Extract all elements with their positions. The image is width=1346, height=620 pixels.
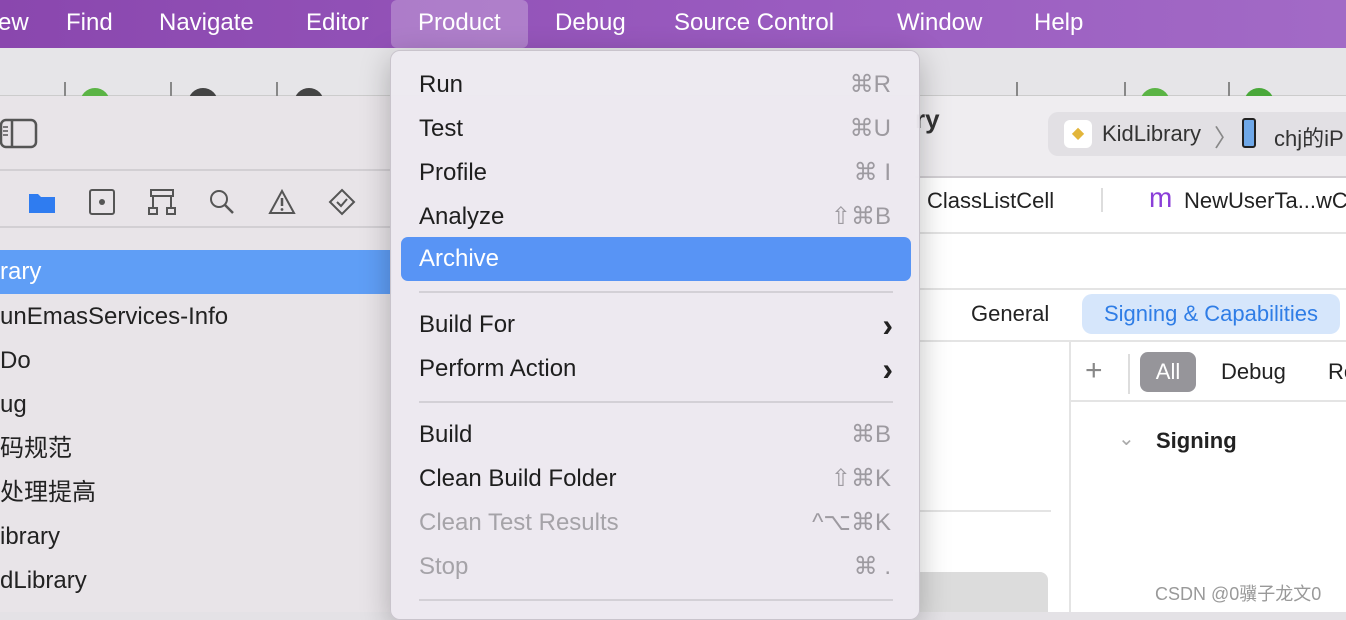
menu-item-stop: Stop ⌘ .	[401, 545, 911, 589]
navigator-item[interactable]: Do	[0, 339, 392, 383]
tab-general[interactable]: General	[971, 301, 1049, 327]
menu-help[interactable]: Help	[1034, 0, 1083, 48]
shortcut-label: ^⌥⌘K	[812, 509, 891, 536]
menu-editor[interactable]: Editor	[306, 0, 369, 48]
objc-file-icon: m	[1149, 182, 1173, 213]
menu-item-label: Profile	[419, 159, 488, 186]
menu-find[interactable]: Find	[66, 0, 113, 48]
menu-item-archive[interactable]: Archive	[401, 237, 911, 281]
menu-item-run[interactable]: Run ⌘R	[401, 63, 911, 107]
filter-debug[interactable]: Debug	[1221, 359, 1286, 385]
add-icon[interactable]: +	[1085, 354, 1103, 388]
tab-signing-capabilities[interactable]: Signing & Capabilities	[1082, 294, 1340, 334]
shortcut-label: ⌘B	[850, 421, 891, 448]
menu-source-control[interactable]: Source Control	[674, 0, 834, 48]
test-icon[interactable]	[328, 188, 356, 216]
menu-item-analyze[interactable]: Analyze ⇧⌘B	[401, 195, 911, 239]
menu-item-label: Clean Build Folder	[419, 465, 617, 492]
menu-item-label: Perform Action	[419, 355, 577, 382]
menu-item-label: Archive	[419, 245, 500, 272]
shortcut-label: ⌘ .	[853, 553, 891, 580]
editor-window: ry ◆ KidLibrary 〉 chj的iP ClassListCell m…	[915, 96, 1346, 612]
shortcut-label: ⌘ I	[853, 159, 891, 186]
folder-icon[interactable]	[28, 188, 56, 216]
chevron-right-icon: ›	[882, 351, 893, 387]
product-menu: Run ⌘R Test ⌘U Profile ⌘ I Analyze ⇧⌘B Archive Bu…	[390, 50, 920, 620]
editor-tab[interactable]: NewUserTa...wC	[1184, 188, 1346, 214]
warning-icon[interactable]	[268, 188, 296, 216]
menu-item-profile[interactable]: Profile ⌘ I	[401, 151, 911, 195]
navigator-window: rary unEmasServices-Info Do ug 码规范 处理提高 …	[0, 96, 392, 612]
search-icon[interactable]	[208, 188, 236, 216]
device-name: chj的iP	[1274, 126, 1344, 151]
divider	[276, 82, 278, 96]
navigator-item[interactable]: unEmasServices-Info	[0, 295, 392, 339]
menu-item-label: Run	[419, 71, 464, 98]
shortcut-label: ⌘R	[849, 71, 891, 98]
filter-all[interactable]: All	[1140, 352, 1196, 392]
menu-item-label: Test	[419, 115, 464, 142]
navigator-item[interactable]: ibrary	[0, 515, 392, 559]
divider	[1016, 82, 1018, 96]
navigator-item[interactable]: ug	[0, 383, 392, 427]
filter-release[interactable]: Re	[1328, 359, 1346, 385]
section-signing: Signing	[1156, 428, 1237, 453]
menu-debug[interactable]: Debug	[555, 0, 626, 48]
divider	[64, 82, 66, 96]
menu-item-clean-build-folder[interactable]: Clean Build Folder ⇧⌘K	[401, 457, 911, 501]
editor-tab[interactable]: ClassListCell	[927, 188, 1054, 214]
menu-item-test[interactable]: Test ⌘U	[401, 107, 911, 151]
sidebar-toggle-icon[interactable]	[0, 118, 38, 150]
menu-item-label: Stop	[419, 553, 469, 580]
menu-view[interactable]: ew	[0, 0, 29, 48]
menu-item-label: Clean Test Results	[419, 509, 619, 536]
menu-window[interactable]: Window	[897, 0, 982, 48]
menu-item-clean-test-results: Clean Test Results ^⌥⌘K	[401, 501, 911, 545]
shortcut-label: ⇧⌘K	[830, 465, 891, 492]
app-icon: ◆	[1064, 120, 1092, 148]
editor-toolbar: ry ◆ KidLibrary 〉 chj的iP	[915, 96, 1346, 176]
navigator-item[interactable]: rary	[0, 250, 392, 294]
menu-item-label: Build	[419, 421, 473, 448]
chevron-right-icon: 〉	[1214, 125, 1238, 152]
shortcut-label: ⇧⌘B	[830, 203, 891, 230]
navigator-item[interactable]: 码规范	[0, 427, 392, 471]
watermark: CSDN @0骥子龙文0	[1155, 584, 1322, 604]
chevron-right-icon: ›	[882, 307, 893, 343]
menu-item-label: Build For	[419, 311, 516, 338]
menu-separator	[419, 599, 893, 601]
hierarchy-icon[interactable]	[148, 188, 176, 216]
menu-item-build[interactable]: Build ⌘B	[401, 413, 911, 457]
source-control-icon[interactable]	[88, 188, 116, 216]
menu-item-perform-action[interactable]: Perform Action ›	[401, 347, 911, 391]
menu-bar: ew Find Navigate Editor Product Debug So…	[0, 0, 1346, 48]
divider	[170, 82, 172, 96]
menu-separator	[419, 291, 893, 293]
menu-product[interactable]: Product	[391, 0, 528, 48]
navigator-item[interactable]: 处理提高	[0, 471, 392, 515]
iphone-icon	[1242, 118, 1256, 148]
menu-separator	[419, 401, 893, 403]
scheme-selector[interactable]: ◆ KidLibrary 〉 chj的iP	[1048, 112, 1346, 156]
menu-item-build-for[interactable]: Build For ›	[401, 303, 911, 347]
shortcut-label: ⌘U	[849, 115, 891, 142]
menu-navigate[interactable]: Navigate	[159, 0, 254, 48]
scheme-name: KidLibrary	[1102, 121, 1202, 146]
filter-field[interactable]	[915, 572, 1048, 612]
divider	[1228, 82, 1230, 96]
navigator-item[interactable]: dLibrary	[0, 559, 392, 603]
divider	[1124, 82, 1126, 96]
menu-item-label: Analyze	[419, 203, 505, 230]
chevron-down-icon[interactable]: ⌄	[1118, 426, 1135, 451]
